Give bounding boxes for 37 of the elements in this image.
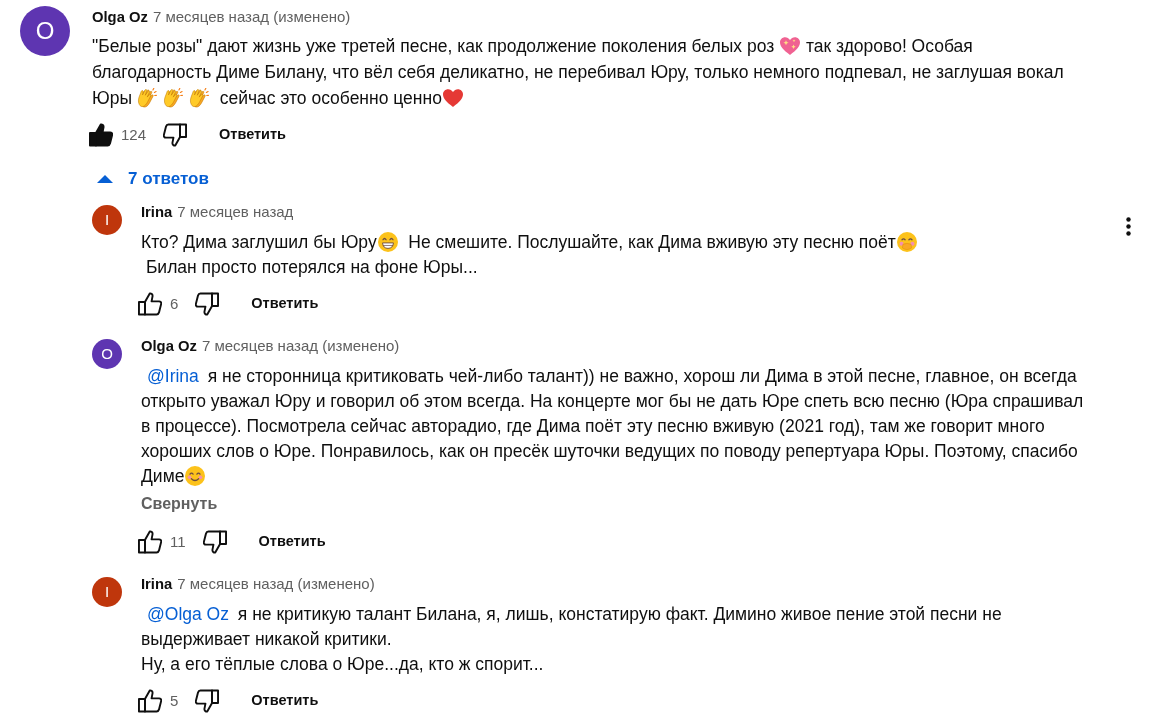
comment-time[interactable]: 7 месяцев назад: [177, 200, 294, 224]
replies-toggle[interactable]: 7 ответов: [92, 161, 221, 197]
collapse-button[interactable]: Свернуть: [141, 492, 218, 516]
face-with-hand-over-mouth-icon: [896, 232, 917, 252]
clapping-hands-icon: [162, 88, 183, 108]
comment-text: Кто? Дима заглушил бы Юру Не смешите. Послушайте, как Дима вживую эту песню поёт Билан просто потерялся на фоне Юры...: [141, 230, 918, 280]
reply-button[interactable]: Ответить: [235, 683, 335, 719]
comment-text: @Olga Oz я не критикую талант Билана, я, лишь, констатирую факт. Димино живое пение этой песни не выдерживает никакой критики. Ну, а его тёплые слова о Юре...да, кто ж спорит...: [141, 603, 1002, 676]
comment-time[interactable]: 7 месяцев назад (изменено): [152, 5, 351, 29]
author-name[interactable]: Irina: [141, 572, 173, 596]
like-count: 11: [170, 531, 186, 552]
smiling-face-icon: [185, 466, 206, 486]
comment-time[interactable]: 7 месяцев назад (изменено): [177, 572, 375, 596]
author-name[interactable]: Olga Oz: [92, 5, 148, 29]
reply-button[interactable]: Ответить: [235, 286, 335, 322]
like-count: 6: [170, 293, 179, 314]
avatar[interactable]: O: [20, 6, 70, 56]
reply-button[interactable]: Ответить: [242, 524, 342, 560]
clapping-hands-icon: [188, 88, 209, 108]
grinning-face-icon: [377, 232, 398, 252]
sparkling-heart-icon: [780, 36, 801, 56]
mention-link[interactable]: @Olga Oz: [141, 604, 233, 624]
avatar[interactable]: O: [92, 339, 122, 369]
comment-time[interactable]: 7 месяцев назад (изменено): [201, 334, 400, 358]
three-dots-menu-icon: [1125, 216, 1131, 236]
author-name[interactable]: Olga Oz: [141, 334, 197, 358]
like-count: 5: [170, 690, 179, 711]
avatar[interactable]: I: [92, 205, 122, 235]
avatar[interactable]: I: [92, 577, 122, 607]
heart-icon: [442, 88, 463, 108]
mention-link[interactable]: @Irina: [141, 366, 203, 386]
clapping-hands-icon: [136, 88, 157, 108]
comment-text: @Irina я не сторонница критиковать чей-либо талант)) не важно, хорош ли Дима в этой песне, главное, он всегда открыто уважал Юру и говорил об этом всегда. На концерте мог бы не дать Юре спеть всю песню (Юра спрашивал в процессе). Посмотрела сейчас авторадио, где Дима поёт эту песню вживую (2021 год), там же говорит много хороших слов о Юре. Понравилось, как он пресёк шуточки ведущих по поводу репертуара Юры. Поэтому, спасибо Диме: [141, 365, 1084, 488]
like-count: 124: [121, 124, 147, 145]
author-name[interactable]: Irina: [141, 200, 173, 224]
comment-text: "Белые розы" дают жизнь уже третей песне, как продолжение поколения белых роз так здорово! Особая благодарность Диме Билану, что вёл себя деликатно, не перебивал Юру, только немного подпевал, не заглушая вокал Юры сейчас это особенно ценно: [92, 35, 1064, 110]
reply-button[interactable]: Ответить: [203, 117, 303, 153]
